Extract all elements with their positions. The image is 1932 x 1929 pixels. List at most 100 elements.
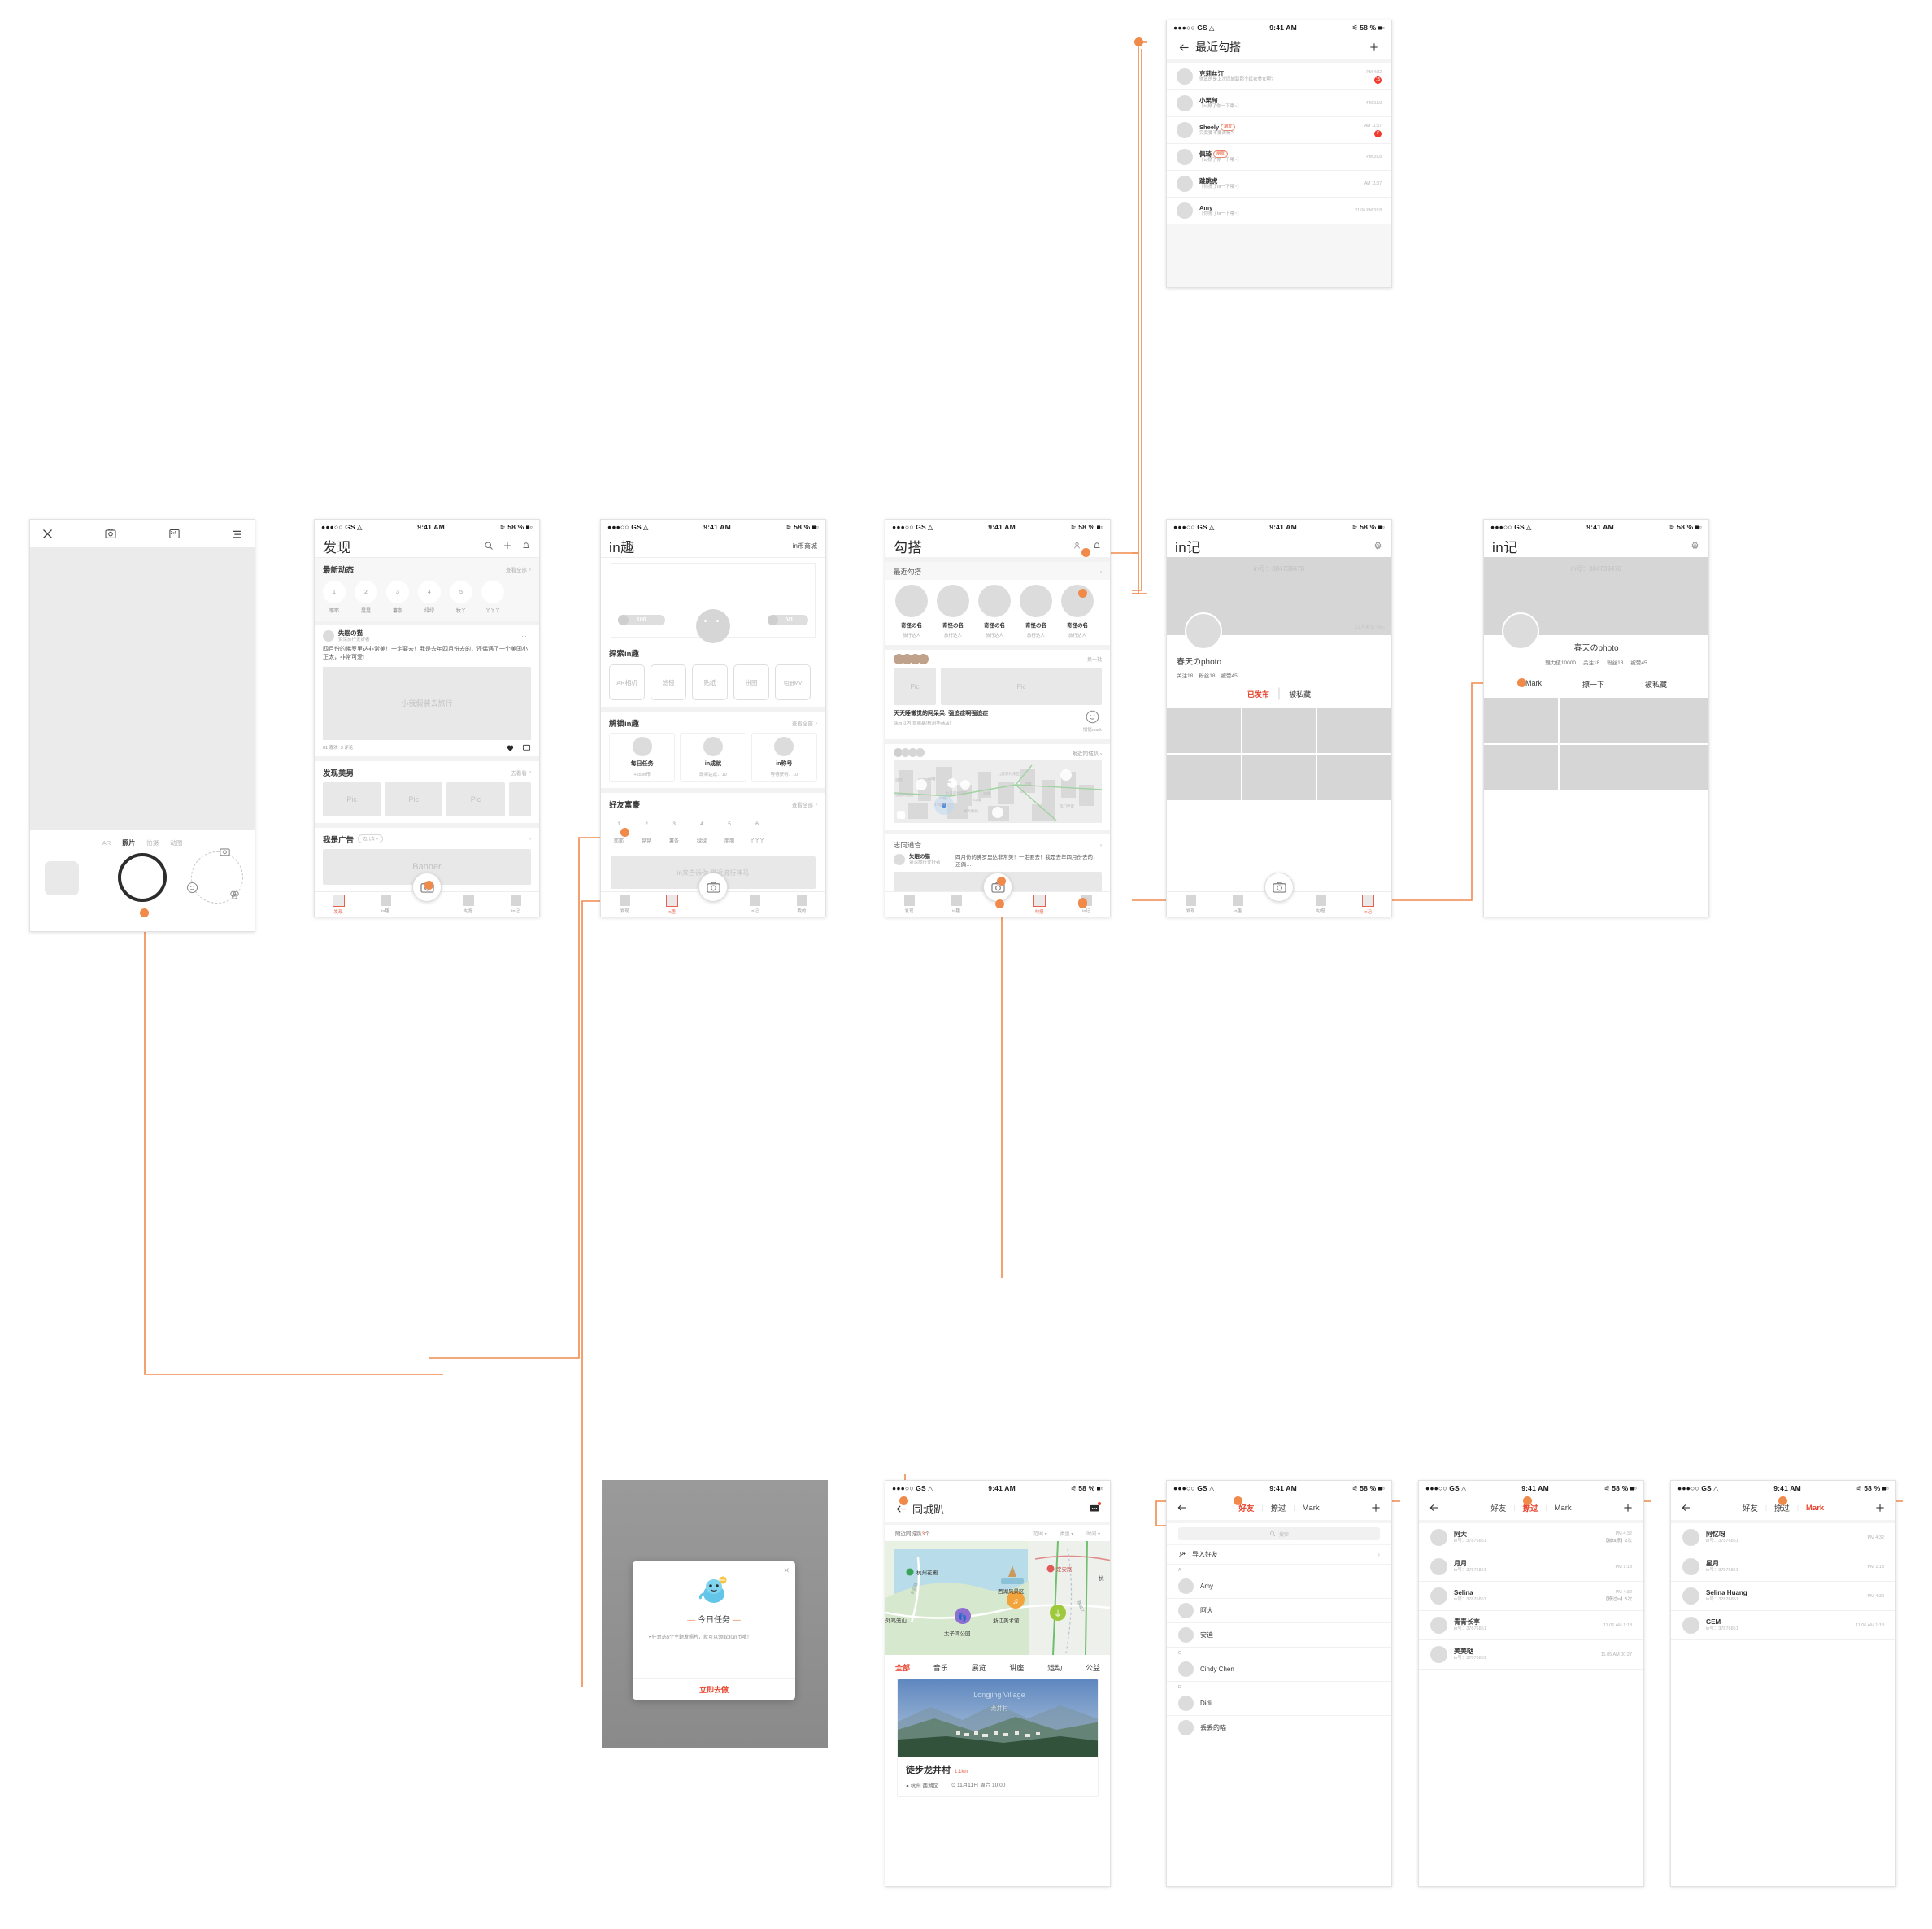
avatar[interactable] (1682, 1617, 1699, 1634)
handsome-cell[interactable] (508, 782, 531, 816)
photo-cell[interactable] (1167, 754, 1241, 800)
avatar[interactable] (1178, 1720, 1194, 1735)
tab-friends[interactable]: 好友 (1490, 1502, 1506, 1513)
ad-chevron[interactable]: › (529, 836, 531, 842)
search-icon[interactable] (484, 541, 494, 551)
avatar[interactable] (1177, 122, 1193, 138)
avatar[interactable] (1178, 1627, 1194, 1643)
explore-item[interactable]: 滤镜 (651, 664, 686, 700)
hotspot-daily-task[interactable] (620, 828, 629, 837)
task-cta-button[interactable]: 立即去做 (633, 1678, 795, 1700)
similar-post[interactable]: 失眠の猫 资深旅行爱好者 四月份的佛罗里达非常美！一定要去！我是去年四月份去的，… (886, 854, 1110, 872)
avatar[interactable] (1185, 612, 1222, 650)
photo-cell[interactable] (1317, 754, 1391, 800)
avatar[interactable] (1430, 1529, 1447, 1546)
chat-row[interactable]: 佩琦 朋友 【ta撩了你一下哦~】 PM 3:18 (1167, 144, 1391, 171)
plus-icon[interactable] (1370, 1502, 1382, 1513)
mark-row[interactable]: GEM in号：37876851 11.06 AM 1:18 (1671, 1611, 1895, 1640)
feed-images[interactable]: Pic Pic (886, 668, 1110, 709)
flirted-row[interactable]: 月月 in号：37876851 PM 1:18 (1419, 1552, 1643, 1582)
filter-type[interactable]: 类型 ▾ (1060, 1530, 1074, 1537)
in-coin-shop-link[interactable]: in币商城 (793, 542, 817, 551)
chat-row[interactable]: 小栗旬 【ta撩了你一下哦~】 PM 3:18 (1167, 90, 1391, 117)
hotspot-discover-camera[interactable] (424, 881, 433, 890)
post-more-icon[interactable]: ··· (521, 632, 531, 640)
tab-inqu[interactable]: in趣 (362, 895, 409, 914)
explore-item[interactable]: 相册MV (775, 664, 811, 700)
avatar[interactable] (1430, 1587, 1447, 1605)
tab-mark[interactable]: Mark (1806, 1504, 1824, 1513)
tab-mine[interactable]: 我的 (778, 895, 825, 914)
comment-icon[interactable] (522, 743, 531, 752)
photo-cell[interactable] (1484, 698, 1558, 743)
avatar[interactable] (1430, 1558, 1447, 1575)
tab-discover[interactable]: 发现 (1167, 895, 1214, 914)
flirted-row[interactable]: 青青长亭 in号：37876851 11.06 AM 1:18 (1419, 1611, 1643, 1640)
friend-row[interactable]: 安迪 (1167, 1623, 1391, 1648)
smiley-icon[interactable] (1085, 709, 1100, 725)
friends-list[interactable]: A Amy 阿大 安迪 C Cindy Chen D Didi 丢丢的喵 (1167, 1565, 1391, 1740)
friend-row[interactable]: Didi (1167, 1692, 1391, 1716)
party-map[interactable]: ♫ 👣 ⏚ 杭州花圃 定安路 西湖风景区 浙江美术馆 太子湾公园 外鸡笼山 杭 (886, 1541, 1110, 1655)
gallery-thumbnail[interactable] (45, 861, 79, 895)
handsome-more[interactable]: 去看看 › (511, 769, 531, 777)
friend-row[interactable]: Amy (1167, 1574, 1391, 1599)
photo-cell[interactable] (1634, 698, 1708, 743)
avatar[interactable] (323, 630, 334, 642)
filter-time[interactable]: 时间 ▾ (1086, 1530, 1100, 1537)
explore-item[interactable]: AR相机 (609, 664, 645, 700)
chevron-right-icon[interactable]: › (1100, 843, 1102, 848)
hotspot-tab-mark[interactable] (1778, 1496, 1787, 1505)
hotspot-other-avatar[interactable] (1517, 678, 1526, 687)
tab-discover[interactable]: 发现 (315, 894, 362, 915)
tab-inji[interactable]: in记 (492, 895, 539, 914)
camera-mode-gif[interactable]: 动图 (170, 838, 182, 847)
switch-camera-icon[interactable] (104, 527, 117, 540)
photo-grid[interactable] (1484, 698, 1708, 790)
inji-self-screen[interactable]: ●●●○○ GS △ 9:41 AM ⚟ 58 % ■▫ in记 in号：384739… (1166, 519, 1392, 917)
action-mark[interactable]: Mark (1525, 679, 1542, 690)
avatar[interactable] (1502, 612, 1539, 650)
chevron-right-icon[interactable]: › (1100, 569, 1102, 575)
category-music[interactable]: 音乐 (933, 1662, 948, 1673)
tab-mark[interactable]: Mark (1303, 1504, 1320, 1513)
photo-cell[interactable] (1634, 744, 1708, 790)
flirted-row[interactable]: 阿大 in号：37876851 PM 4:32 【被ta撩】2次 (1419, 1523, 1643, 1552)
hotspot-experts-item[interactable] (1078, 898, 1087, 907)
avatar[interactable] (1177, 68, 1193, 85)
friends-tab-screen[interactable]: ●●●○○ GS △ 9:41 AM ⚟ 58 % ■▫ 好友 | 撩过 | Mark… (1166, 1480, 1392, 1887)
mark-row[interactable]: Selina Huang in号：37876851 PM 4:32 (1671, 1582, 1895, 1611)
cover-photo[interactable]: in号：384739478 (1484, 557, 1708, 650)
message-icon[interactable] (1089, 1502, 1101, 1514)
back-arrow-icon[interactable] (1681, 1502, 1692, 1513)
profile-tabs[interactable]: 已发布 | 被私藏 (1177, 679, 1382, 708)
avatar[interactable] (1178, 1661, 1194, 1677)
story-list[interactable]: 1 耶耶 2 晃晃 3 薯条 4 绿绿 5 牧丫 丫丫丫 (315, 579, 539, 621)
event-image[interactable]: Longjing Village 龙井村 (898, 1679, 1098, 1757)
tab-mark[interactable]: Mark (1555, 1504, 1572, 1513)
avatar[interactable] (894, 854, 905, 865)
search-bar[interactable]: 搜索 (1167, 1523, 1391, 1544)
avatar[interactable] (1177, 95, 1193, 111)
flirted-list[interactable]: 阿大 in号：37876851 PM 4:32 【被ta撩】2次 月月 in号：… (1419, 1523, 1643, 1670)
avatar[interactable] (1178, 1696, 1194, 1711)
chat-row[interactable]: Sheely 朋友 究竟要不要去嘛? AM 11:07 7 (1167, 117, 1391, 144)
smiley-icon[interactable] (185, 881, 199, 895)
bell-icon[interactable] (1092, 541, 1102, 551)
hero-card[interactable]: 100 V1 (611, 563, 816, 643)
flirted-tab-screen[interactable]: ●●●○○ GS △ 9:41 AM ⚟ 58 % ■▫ 好友 | 撩过 | Mark… (1418, 1480, 1644, 1887)
chat-row[interactable]: Amy 【你撩了ta一下哦~】 11.06 PM 3:18 (1167, 198, 1391, 224)
explore-item[interactable]: 贴纸 (692, 664, 728, 700)
camera-fab-button[interactable] (1264, 873, 1294, 902)
plus-icon[interactable] (503, 541, 512, 551)
feed-refresh[interactable]: 换一批 (1087, 655, 1102, 663)
chat-list[interactable]: 克莉丝汀 你真的是上次同城趴那个红衣美女啊? PM 4:32 15 小栗旬 【t… (1167, 63, 1391, 224)
category-all[interactable]: 全部 (895, 1662, 910, 1673)
hotspot-recent-chevron[interactable] (1078, 589, 1087, 598)
tab-inqu[interactable]: in趣 (648, 894, 695, 915)
explore-list[interactable]: AR相机 滤镜 贴纸 拼图 相册MV (601, 663, 825, 707)
plus-icon[interactable] (1368, 41, 1380, 53)
unlock-card[interactable]: 每日任务 +55 in币 (609, 733, 676, 782)
mark-row[interactable]: 星月 in号：37876851 PM 1:18 (1671, 1552, 1895, 1582)
close-icon[interactable]: ✕ (783, 1566, 790, 1575)
